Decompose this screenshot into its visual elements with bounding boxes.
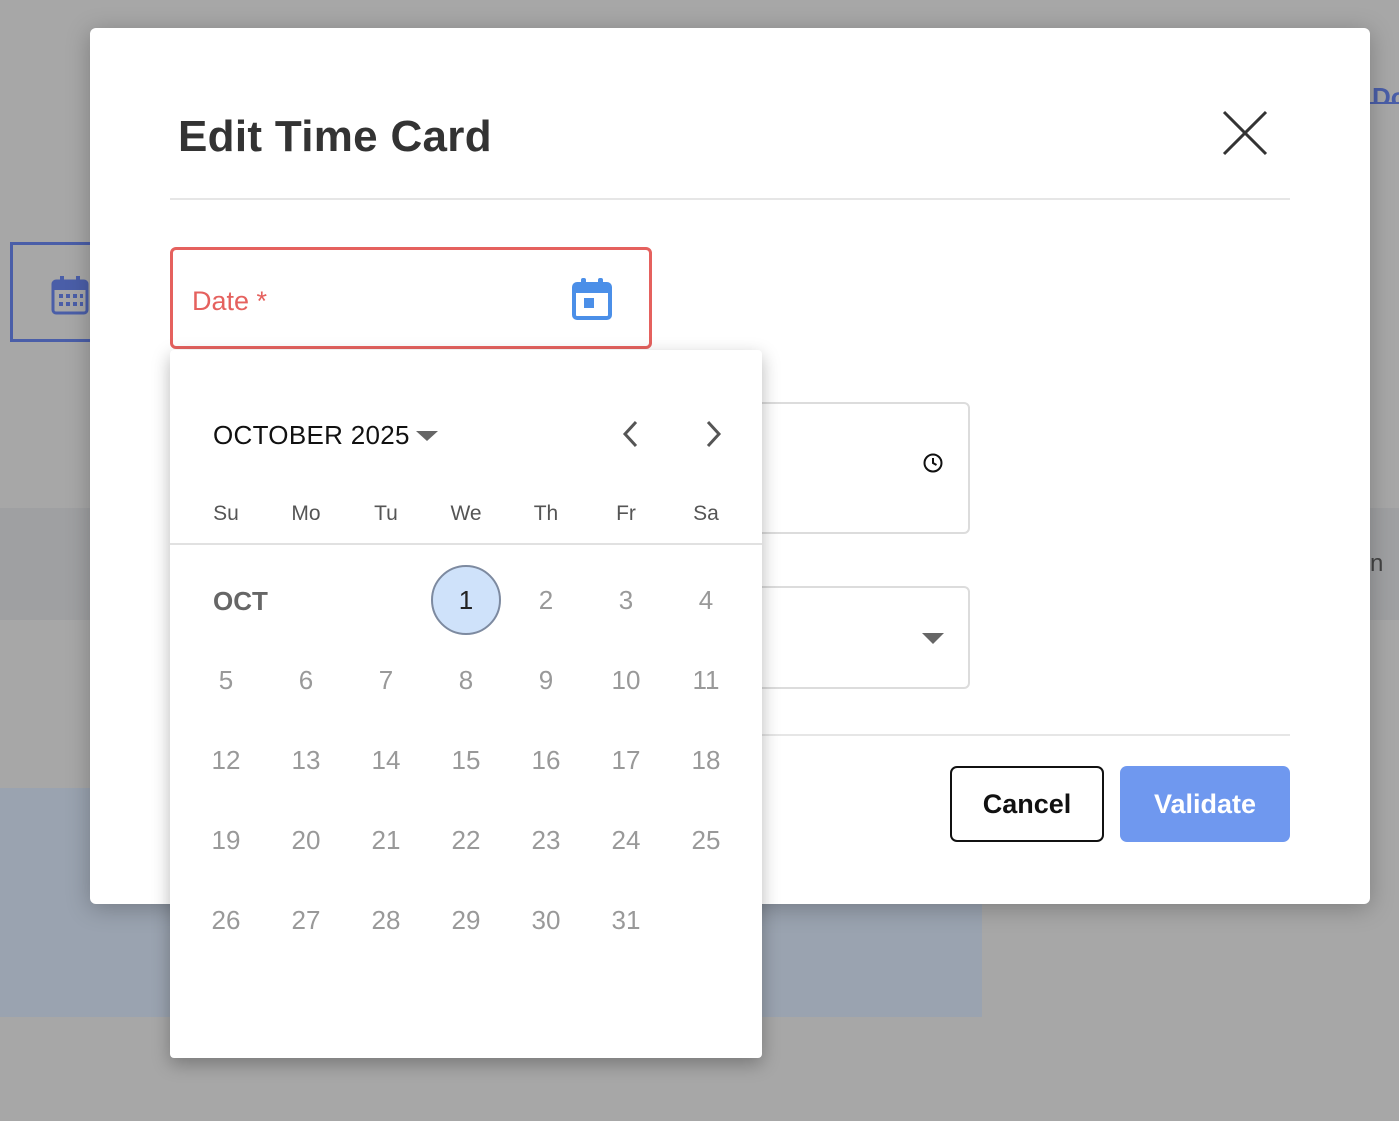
- chevron-right-icon: [706, 420, 722, 448]
- day-cell[interactable]: 29: [431, 885, 501, 955]
- modal-title: Edit Time Card: [178, 112, 492, 161]
- day-cell[interactable]: 30: [511, 885, 581, 955]
- day-cell[interactable]: 18: [671, 725, 741, 795]
- day-cell[interactable]: 16: [511, 725, 581, 795]
- close-button[interactable]: [1220, 108, 1270, 158]
- caret-down-icon[interactable]: [416, 431, 438, 441]
- caret-down-icon: [922, 633, 944, 644]
- day-cell[interactable]: 31: [591, 885, 661, 955]
- date-picker: OCTOBER 2025 Su Mo Tu We Th Fr Sa OCT 12…: [170, 350, 762, 1058]
- date-field[interactable]: Date *: [170, 247, 652, 349]
- day-cell[interactable]: 5: [191, 645, 261, 715]
- weekday-label: We: [450, 502, 482, 525]
- day-cell[interactable]: 17: [591, 725, 661, 795]
- day-cell[interactable]: 6: [271, 645, 341, 715]
- day-cell[interactable]: 26: [191, 885, 261, 955]
- day-cell[interactable]: 4: [671, 565, 741, 635]
- day-cell[interactable]: 12: [191, 725, 261, 795]
- clock-icon[interactable]: [922, 452, 944, 474]
- day-cell[interactable]: 15: [431, 725, 501, 795]
- day-cell[interactable]: 11: [671, 645, 741, 715]
- calendar-icon: [51, 276, 89, 315]
- close-icon: [1222, 110, 1268, 156]
- month-short-label: OCT: [213, 586, 268, 616]
- date-field-label: Date *: [192, 286, 268, 316]
- validate-button[interactable]: Validate: [1120, 766, 1290, 842]
- day-cell[interactable]: 14: [351, 725, 421, 795]
- month-year-selector[interactable]: OCTOBER 2025: [213, 420, 410, 451]
- day-cell[interactable]: 13: [271, 725, 341, 795]
- day-cell[interactable]: 8: [431, 645, 501, 715]
- weekday-label: Sa: [693, 502, 719, 525]
- weekday-label: Tu: [374, 502, 398, 525]
- day-cell[interactable]: 20: [271, 805, 341, 875]
- day-cell[interactable]: 24: [591, 805, 661, 875]
- weekday-label: Fr: [616, 502, 636, 525]
- day-cell[interactable]: 25: [671, 805, 741, 875]
- day-cell[interactable]: 3: [591, 565, 661, 635]
- day-cell[interactable]: 27: [271, 885, 341, 955]
- day-cell[interactable]: 28: [351, 885, 421, 955]
- calendar-icon[interactable]: [571, 277, 613, 321]
- chevron-left-icon: [622, 420, 638, 448]
- next-month-button[interactable]: [698, 416, 728, 452]
- cancel-button[interactable]: Cancel: [950, 766, 1104, 842]
- weekday-label: Su: [213, 502, 239, 525]
- day-cell[interactable]: 7: [351, 645, 421, 715]
- weekday-label: Mo: [291, 502, 321, 525]
- day-cell[interactable]: 10: [591, 645, 661, 715]
- day-cell[interactable]: 23: [511, 805, 581, 875]
- background-text: n: [1370, 550, 1384, 577]
- day-cell[interactable]: 2: [511, 565, 581, 635]
- background-link: Do: [1368, 62, 1399, 104]
- weekday-header: Su Mo Tu We Th Fr Sa: [186, 502, 746, 532]
- divider: [170, 198, 1290, 200]
- day-cell[interactable]: 22: [431, 805, 501, 875]
- day-cell[interactable]: 21: [351, 805, 421, 875]
- selected-day[interactable]: 1: [431, 565, 501, 635]
- day-cell[interactable]: 19: [191, 805, 261, 875]
- previous-month-button[interactable]: [616, 416, 646, 452]
- divider: [170, 543, 762, 545]
- weekday-label: Th: [533, 502, 559, 525]
- day-cell[interactable]: 9: [511, 645, 581, 715]
